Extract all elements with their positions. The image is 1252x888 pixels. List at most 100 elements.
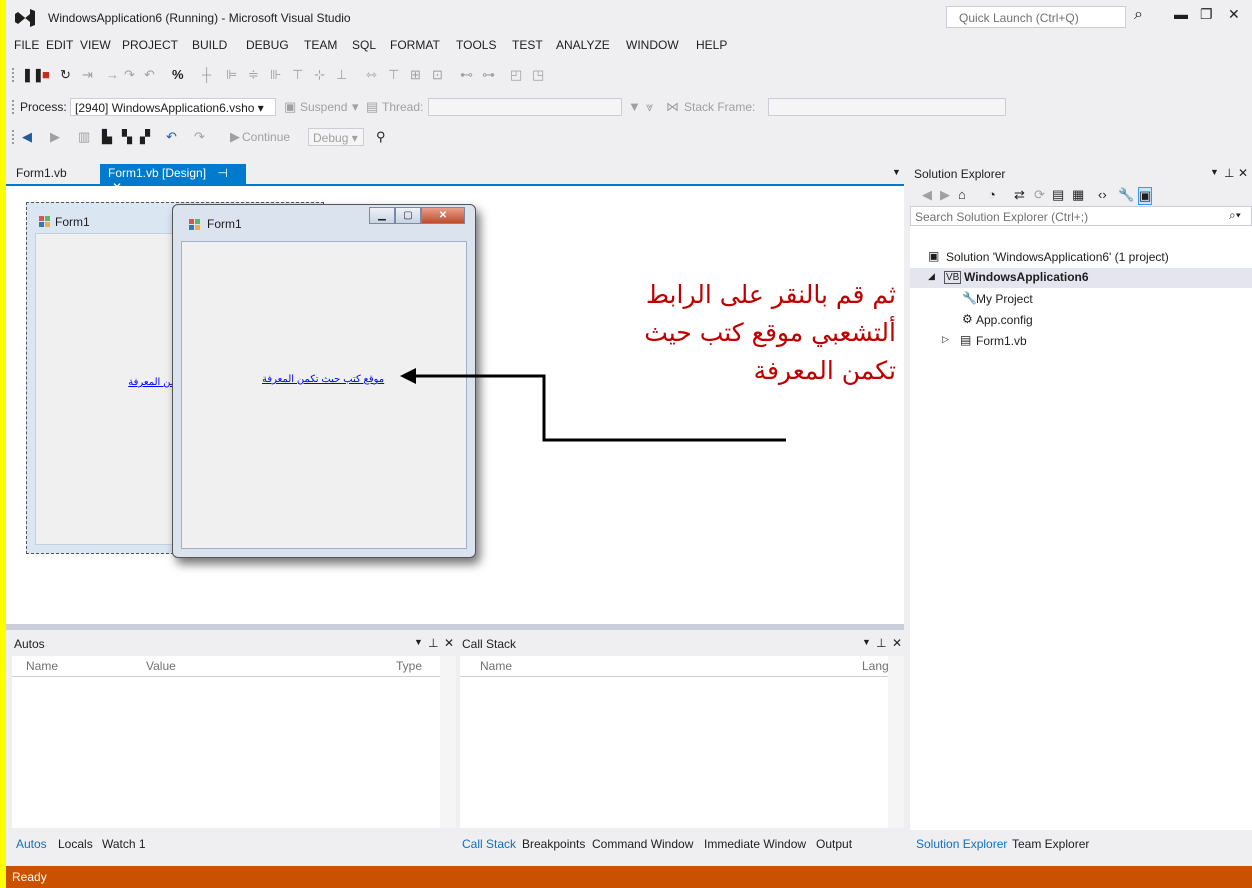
close-icon[interactable]: ✕ — [892, 636, 902, 650]
window-position-icon[interactable]: ▼ — [862, 637, 871, 647]
tab-team-explorer[interactable]: Team Explorer — [1012, 837, 1089, 851]
quick-launch-input[interactable]: Quick Launch (Ctrl+Q) — [946, 6, 1126, 28]
column-header-type[interactable]: Type — [396, 659, 422, 673]
center-vertically-icon[interactable]: ⊶ — [482, 67, 495, 83]
restore-button[interactable]: ❐ — [1200, 6, 1213, 23]
tab-solution-explorer[interactable]: Solution Explorer — [916, 837, 1007, 851]
sync-icon[interactable]: ⇄ — [1014, 187, 1025, 203]
undo-icon[interactable]: ↶ — [166, 129, 177, 145]
close-icon[interactable]: ✕ — [444, 636, 454, 650]
continue-icon[interactable]: ▶ — [230, 129, 240, 145]
align-bottoms-icon[interactable]: ⊥ — [336, 67, 347, 83]
break-all-icon[interactable]: ❚❚ — [22, 67, 44, 83]
hex-display-icon[interactable]: % — [172, 67, 184, 82]
step-over-icon[interactable]: ↷ — [124, 67, 135, 83]
menu-debug[interactable]: DEBUG — [246, 38, 289, 52]
column-header-lang[interactable]: Lang — [862, 659, 889, 673]
toolbar-grip[interactable] — [12, 68, 17, 82]
tab-locals[interactable]: Locals — [58, 837, 93, 851]
tree-item-app-config[interactable]: App.config — [976, 313, 1033, 327]
column-header-name[interactable]: Name — [26, 659, 58, 673]
menu-sql[interactable]: SQL — [352, 38, 376, 52]
menu-analyze[interactable]: ANALYZE — [556, 38, 610, 52]
autos-scrollbar[interactable] — [440, 656, 456, 828]
menu-help[interactable]: HELP — [696, 38, 727, 52]
restart-icon[interactable]: ↻ — [60, 67, 71, 83]
pin-icon[interactable]: ⊥ — [1224, 166, 1234, 180]
menu-tools[interactable]: TOOLS — [456, 38, 496, 52]
navigate-forward-icon[interactable]: ▶ — [50, 129, 60, 145]
make-same-height-icon[interactable]: ⊤ — [388, 67, 399, 83]
window-position-icon[interactable]: ▼ — [414, 637, 423, 647]
align-lefts-icon[interactable]: ⊫ — [226, 67, 237, 83]
step-into-icon[interactable]: → — [106, 67, 119, 82]
make-same-width-icon[interactable]: ⇿ — [366, 67, 377, 83]
view-designer-icon[interactable]: ▣ — [1138, 187, 1153, 205]
align-grid-icon[interactable]: ┼ — [202, 67, 211, 82]
align-centers-icon[interactable]: ≑ — [248, 67, 259, 83]
tab-command-window[interactable]: Command Window — [592, 837, 693, 851]
new-project-icon[interactable]: ▥ — [78, 129, 90, 145]
back-icon[interactable]: ◀ — [922, 187, 932, 203]
forward-icon[interactable]: ▶ — [940, 187, 950, 203]
tree-item-form1-vb[interactable]: Form1.vb — [976, 334, 1027, 348]
dropdown-arrow-icon[interactable]: ▾ — [352, 99, 359, 115]
tree-item-my-project[interactable]: My Project — [976, 292, 1033, 306]
horizontal-splitter[interactable] — [6, 624, 904, 630]
step-out-icon[interactable]: ↶ — [144, 67, 155, 83]
open-file-icon[interactable]: ▙ — [102, 129, 112, 145]
save-all-icon[interactable]: ▞ — [140, 129, 150, 145]
solution-configuration-dropdown[interactable]: Debug ▾ — [308, 128, 364, 146]
close-icon[interactable]: ✕ — [421, 207, 465, 224]
send-to-back-icon[interactable]: ◳ — [532, 67, 544, 83]
solution-explorer-search-input[interactable]: Search Solution Explorer (Ctrl+;) ⌕▾ — [910, 206, 1252, 226]
menu-build[interactable]: BUILD — [192, 38, 227, 52]
suspend-button[interactable]: Suspend — [300, 100, 347, 114]
menu-test[interactable]: TEST — [512, 38, 543, 52]
continue-button[interactable]: Continue — [242, 130, 290, 144]
toolbar-grip[interactable] — [12, 130, 17, 144]
find-in-files-icon[interactable]: ⚲ — [376, 129, 386, 145]
knowledge-link[interactable]: موقع كتب حيث تكمن المعرفة — [262, 374, 384, 385]
toggle-filter-icon[interactable]: ⩔ — [646, 99, 653, 115]
stop-debugging-icon[interactable]: ■ — [42, 67, 50, 82]
align-rights-icon[interactable]: ⊪ — [270, 67, 281, 83]
tab-form1-design[interactable]: Form1.vb [Design] ⊣ ✕ — [100, 164, 246, 194]
menu-team[interactable]: TEAM — [304, 38, 337, 52]
tab-immediate-window[interactable]: Immediate Window — [704, 837, 806, 851]
pending-changes-icon[interactable]: ◔ — [988, 187, 996, 202]
navigate-back-icon[interactable]: ◀ — [22, 129, 32, 145]
flag-threads-icon[interactable]: ⋈ — [666, 99, 679, 115]
call-stack-scrollbar[interactable] — [888, 656, 904, 828]
pin-icon[interactable]: ⊥ — [876, 636, 886, 650]
tab-call-stack[interactable]: Call Stack — [462, 837, 516, 851]
tab-output[interactable]: Output — [816, 837, 852, 851]
process-dropdown[interactable]: [2940] WindowsApplication6.vsho ▾ — [70, 98, 276, 116]
filter-icon[interactable]: ▼ — [628, 99, 641, 114]
menu-format[interactable]: FORMAT — [390, 38, 440, 52]
tab-autos[interactable]: Autos — [16, 837, 47, 851]
suspend-icon[interactable]: ▣ — [284, 99, 296, 115]
close-icon[interactable]: ✕ — [1238, 166, 1248, 180]
menu-project[interactable]: PROJECT — [122, 38, 178, 52]
maximize-icon[interactable]: ▢ — [395, 207, 421, 224]
toolbar-grip[interactable] — [12, 100, 17, 114]
minimize-icon[interactable]: ▁ — [369, 207, 395, 224]
menu-file[interactable]: FILE — [14, 38, 39, 52]
save-icon[interactable]: ▚ — [122, 129, 132, 145]
show-next-statement-icon[interactable]: ⇥ — [82, 67, 93, 83]
tab-watch-1[interactable]: Watch 1 — [102, 837, 146, 851]
tab-form1-vb[interactable]: Form1.vb — [8, 164, 75, 184]
align-tops-icon[interactable]: ⊤ — [292, 67, 303, 83]
properties-icon[interactable]: 🔧 — [1118, 187, 1134, 203]
pin-icon[interactable]: ⊥ — [428, 636, 438, 650]
search-icon[interactable]: ⌕▾ — [1229, 208, 1241, 223]
collapse-all-icon[interactable]: ▤ — [1052, 187, 1064, 203]
collapse-arrow-icon[interactable]: ▷ — [942, 334, 949, 345]
refresh-icon[interactable]: ⟳ — [1034, 187, 1045, 203]
pin-icon[interactable]: ⊣ — [217, 166, 227, 180]
column-header-name[interactable]: Name — [480, 659, 512, 673]
thread-dropdown[interactable] — [428, 98, 622, 116]
view-code-icon[interactable]: ‹› — [1098, 187, 1107, 202]
make-same-size-icon[interactable]: ⊡ — [432, 67, 443, 83]
